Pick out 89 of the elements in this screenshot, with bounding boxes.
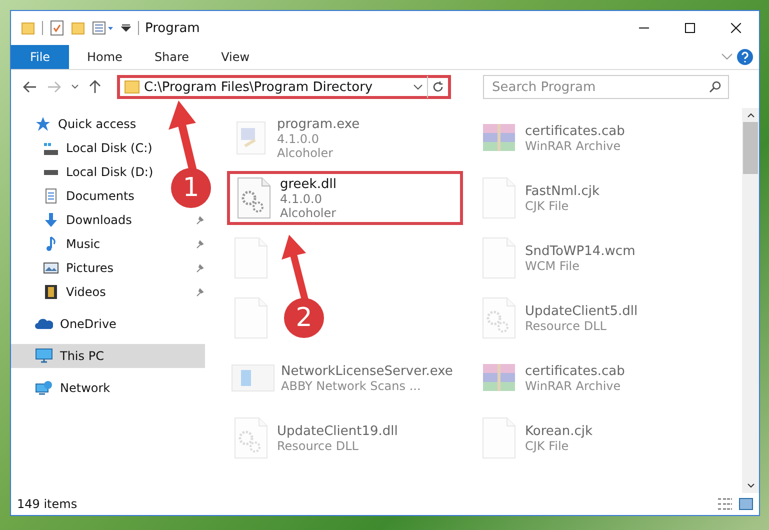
file-name: NetworkLicenseServer.exe xyxy=(281,364,453,378)
sidebar-item[interactable]: Documents xyxy=(11,184,171,208)
scrollbar-thumb[interactable] xyxy=(743,122,758,174)
file-detail: Alcoholer xyxy=(277,146,334,160)
ribbon-tab[interactable]: File xyxy=(11,45,69,69)
file-detail: 4.1.0.0 xyxy=(280,192,323,206)
customize-caret-icon[interactable] xyxy=(121,23,131,33)
thumbnail-view-icon[interactable] xyxy=(739,498,753,510)
sidebar-item[interactable]: Quick access xyxy=(11,112,171,136)
address-path: C:\Program Files\Program Directory xyxy=(144,80,374,94)
file-name: program.exe xyxy=(277,116,360,132)
search-icon xyxy=(709,81,721,93)
file-name: UpdateClient5.dll xyxy=(525,304,638,318)
new-folder-icon[interactable] xyxy=(71,21,85,35)
file-detail: CJK File xyxy=(525,198,570,212)
vertical-scrollbar[interactable] xyxy=(742,108,759,493)
folder-icon xyxy=(124,80,140,94)
sidebar-item[interactable]: Pictures xyxy=(11,256,171,280)
file-item[interactable]: certificates.cab WinRAR Archive xyxy=(475,356,629,400)
film-icon xyxy=(43,284,59,300)
ribbon-tab[interactable]: View xyxy=(207,45,264,69)
sidebar-item[interactable]: Downloads xyxy=(11,208,171,232)
address-bar[interactable]: C:\Program Files\Program Directory xyxy=(117,75,451,99)
recent-caret-icon[interactable] xyxy=(71,84,79,90)
file-detail: WinRAR Archive xyxy=(525,378,622,392)
file-detail: 4.1.0.0 xyxy=(277,132,320,146)
pin-icon[interactable] xyxy=(195,287,205,297)
dropdown-caret-icon[interactable] xyxy=(413,84,423,90)
file-detail: Resource DLL xyxy=(525,318,608,332)
file-detail: WCM File xyxy=(525,258,580,272)
file-item[interactable]: NetworkLicenseServer.exe ABBY Network Scans ... xyxy=(227,359,457,397)
file-name: greek.dll xyxy=(280,176,336,192)
file-item[interactable]: UpdateClient5.dll Resource DLL xyxy=(475,294,642,342)
pin-icon[interactable] xyxy=(195,215,205,225)
drive-icon xyxy=(43,169,59,175)
network-icon xyxy=(35,380,53,396)
sidebar-item[interactable]: This PC xyxy=(11,344,205,368)
file-name: Korean.cjk xyxy=(525,424,593,438)
sidebar-item[interactable]: Network xyxy=(11,376,171,400)
file-name: certificates.cab xyxy=(525,124,625,138)
picture-icon xyxy=(43,260,59,276)
item-count: 149 items xyxy=(17,497,78,511)
scroll-down-icon[interactable] xyxy=(746,483,754,489)
refresh-icon[interactable] xyxy=(432,81,444,93)
ribbon-tab[interactable]: Share xyxy=(140,45,204,69)
file-detail: Resource DLL xyxy=(277,438,360,452)
document-icon xyxy=(43,188,59,204)
file-detail: Alcoholer xyxy=(280,206,336,220)
file-item[interactable]: certificates.cab WinRAR Archive xyxy=(475,116,629,160)
file-item[interactable]: FastNml.cjk CJK File xyxy=(475,174,604,222)
maximize-icon xyxy=(685,23,695,33)
view-options-icon[interactable] xyxy=(92,21,114,35)
window-title: Program xyxy=(145,20,200,36)
file-name: certificates.cab xyxy=(525,364,625,378)
file-item[interactable]: UpdateClient19.dll Resource DLL xyxy=(227,414,402,462)
file-detail: ABBY Network Scans ... xyxy=(281,378,422,392)
cloud-icon xyxy=(35,318,53,330)
file-item[interactable]: greek.dll 4.1.0.0 Alcoholer xyxy=(227,171,463,225)
monitor-icon xyxy=(35,348,53,364)
properties-icon[interactable] xyxy=(50,20,64,36)
download-arrow-icon xyxy=(43,212,59,228)
sidebar-item[interactable]: Videos xyxy=(11,280,171,304)
file-item[interactable]: Korean.cjk CJK File xyxy=(475,414,597,462)
file-detail: WinRAR Archive xyxy=(525,138,622,152)
drive-icon xyxy=(43,142,59,154)
pin-icon[interactable] xyxy=(195,239,205,249)
forward-arrow-icon[interactable] xyxy=(47,81,61,93)
ribbon-tab[interactable]: Home xyxy=(73,45,136,69)
file-detail: CJK File xyxy=(525,438,570,452)
file-item[interactable]: SndToWP14.wcm WCM File xyxy=(475,234,640,282)
sidebar-item[interactable]: Local Disk (D:) xyxy=(11,160,171,184)
details-view-icon[interactable] xyxy=(717,498,733,510)
sidebar-item[interactable]: Local Disk (C:) xyxy=(11,136,171,160)
search-field[interactable]: Search Program xyxy=(483,75,729,99)
pin-icon[interactable] xyxy=(195,263,205,273)
star-icon xyxy=(35,116,51,132)
up-arrow-icon[interactable] xyxy=(89,80,101,94)
file-name: FastNml.cjk xyxy=(525,184,600,198)
file-name: SndToWP14.wcm xyxy=(525,244,636,258)
help-icon[interactable] xyxy=(737,49,753,65)
file-item[interactable]: program.exe 4.1.0.0 Alcoholer xyxy=(227,114,364,162)
expand-ribbon-icon[interactable] xyxy=(721,53,733,61)
folder-icon[interactable] xyxy=(21,21,35,35)
close-icon xyxy=(731,23,741,33)
back-arrow-icon[interactable] xyxy=(23,81,37,93)
scroll-up-icon[interactable] xyxy=(746,112,754,118)
sidebar-item[interactable]: Music xyxy=(11,232,171,256)
file-name: UpdateClient19.dll xyxy=(277,424,398,438)
sidebar-item[interactable]: OneDrive xyxy=(11,312,171,336)
